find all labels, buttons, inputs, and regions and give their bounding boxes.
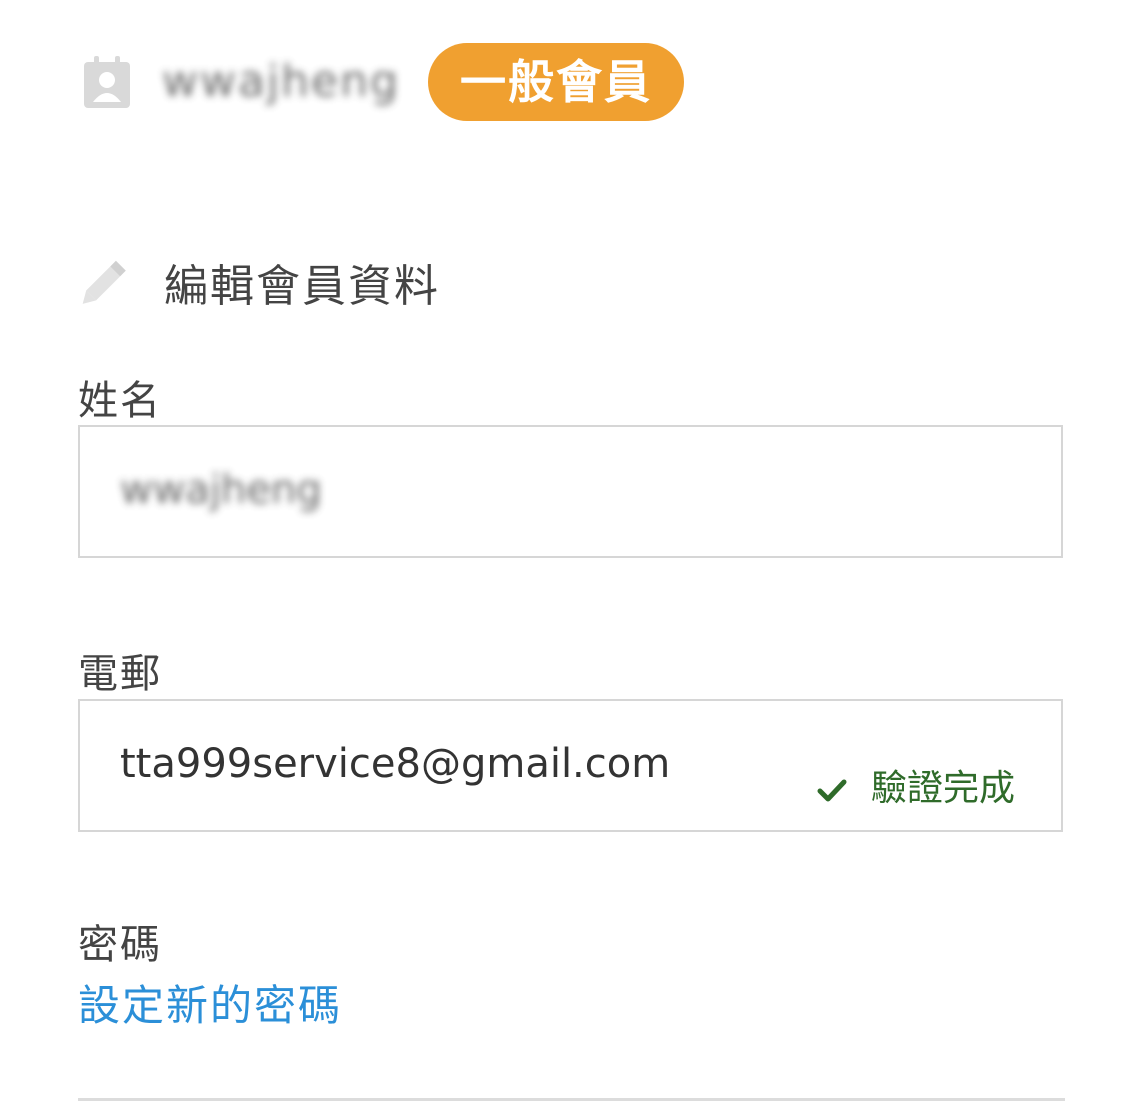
name-value: wwajheng [120, 467, 322, 513]
email-field[interactable]: tta999service8@gmail.com 驗證完成 [78, 699, 1063, 832]
name-field[interactable]: wwajheng [78, 425, 1063, 558]
name-label: 姓名 [78, 378, 162, 424]
verified-label: 驗證完成 [870, 768, 1015, 809]
email-value: tta999service8@gmail.com [120, 741, 671, 787]
member-level-badge: 一般會員 [427, 43, 684, 121]
edit-profile-heading: 編輯會員資料 [78, 250, 440, 314]
password-label: 密碼 [78, 922, 162, 968]
email-label: 電郵 [78, 651, 162, 697]
check-icon [817, 772, 847, 802]
divider [78, 1098, 1065, 1101]
section-title: 編輯會員資料 [164, 261, 440, 312]
member-header: wwajheng 一般會員 [82, 42, 684, 122]
pencil-icon [78, 254, 134, 310]
email-verified-status: 驗證完成 [817, 759, 1015, 811]
set-new-password-link[interactable]: 設定新的密碼 [78, 972, 342, 1033]
member-card-icon [82, 54, 132, 110]
username: wwajheng [162, 56, 400, 107]
